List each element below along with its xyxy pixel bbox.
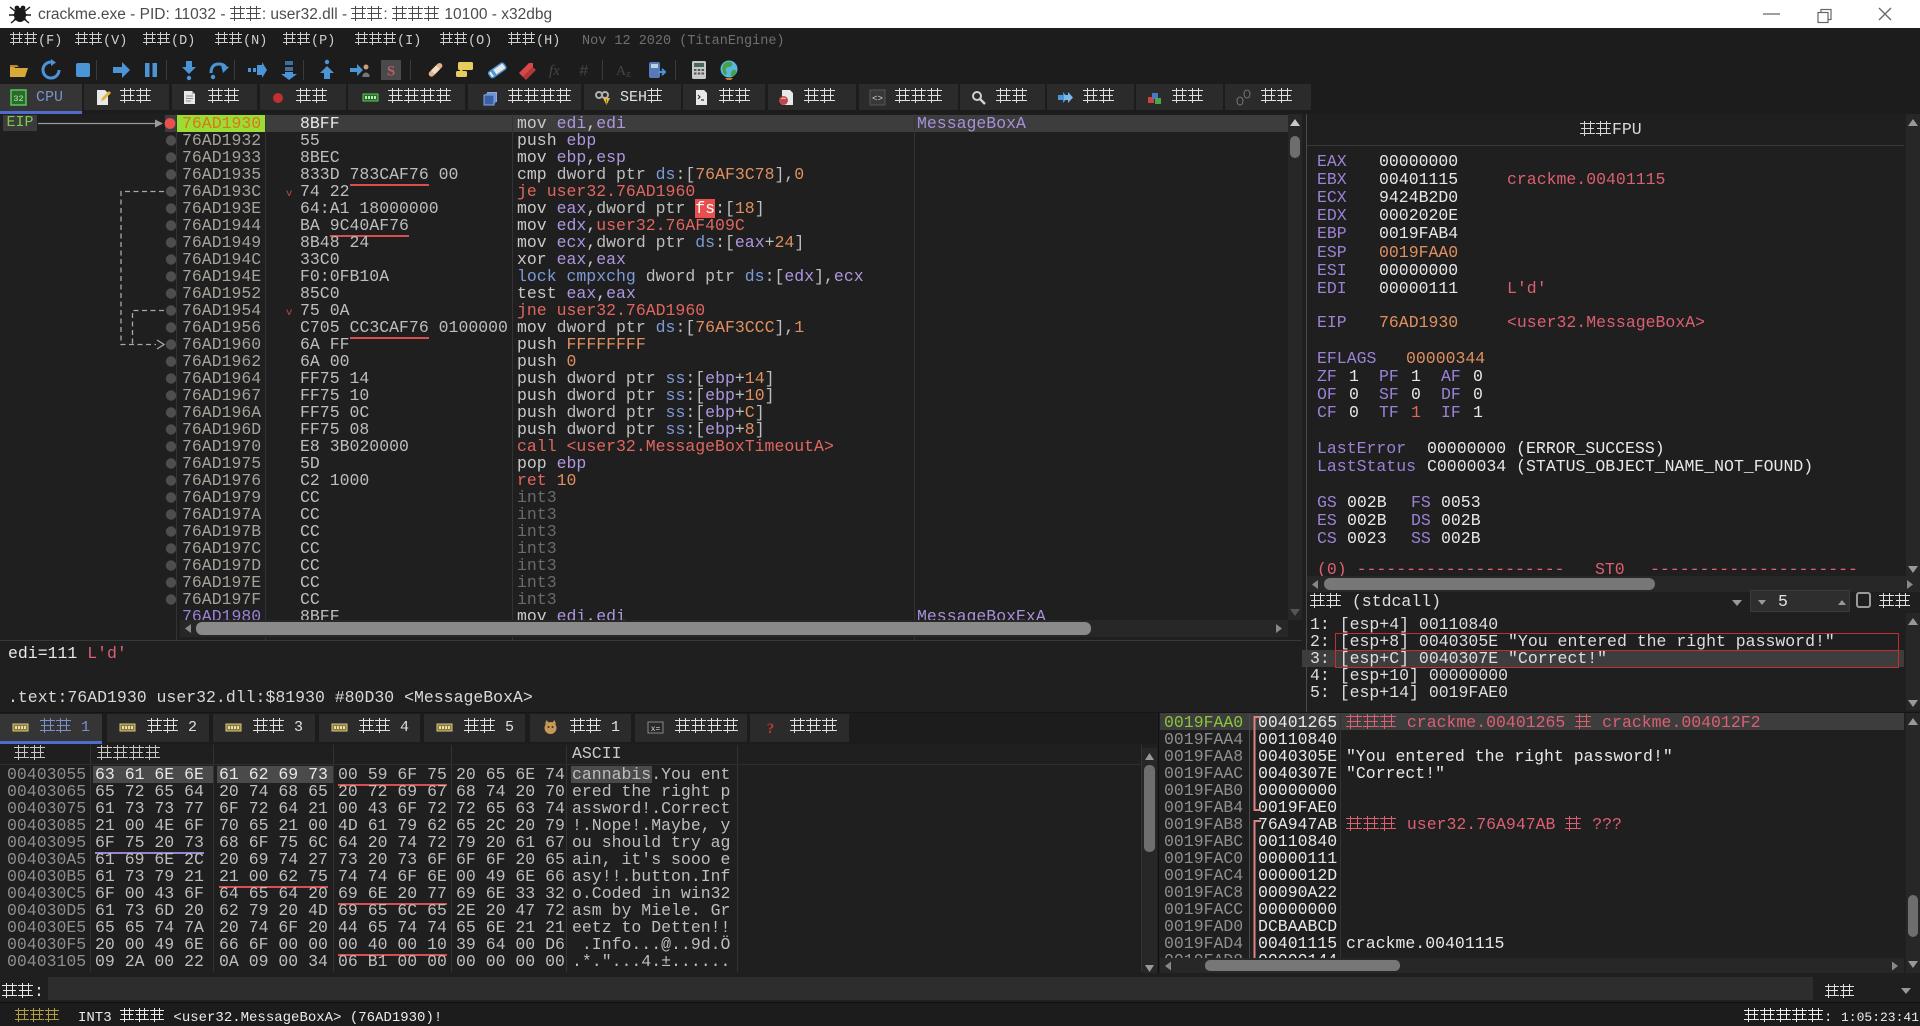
svg-text:S: S <box>387 64 395 80</box>
svg-text:!: ! <box>605 99 609 106</box>
svg-text:z: z <box>626 68 631 80</box>
svg-text:fx: fx <box>549 63 560 79</box>
svg-text:32: 32 <box>13 94 23 104</box>
svg-text:<>: <> <box>872 94 883 104</box>
svg-text:#: # <box>579 63 589 81</box>
